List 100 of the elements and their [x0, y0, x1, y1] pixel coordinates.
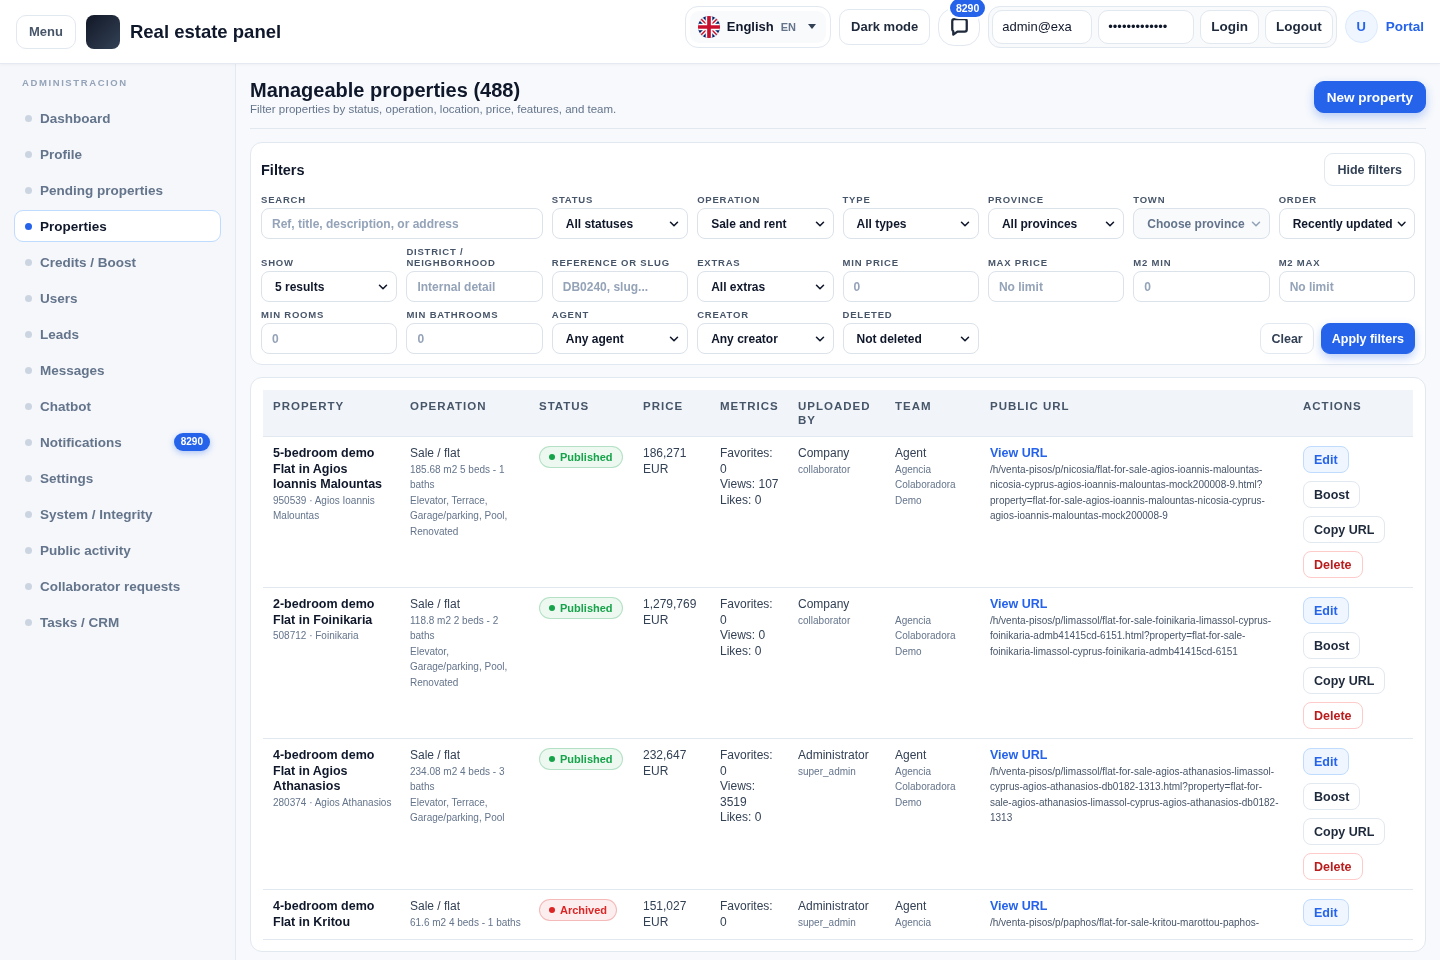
- text-field[interactable]: No limit: [1278, 271, 1415, 302]
- edit-button[interactable]: Edit: [1303, 597, 1349, 624]
- delete-button[interactable]: Delete: [1303, 551, 1363, 578]
- boost-button[interactable]: Boost: [1303, 783, 1361, 810]
- uploader-role: super_admin: [798, 764, 856, 779]
- dot-icon: [25, 330, 32, 338]
- text-field[interactable]: 0: [842, 271, 979, 302]
- password-field[interactable]: •••••••••••••: [1098, 9, 1195, 44]
- auth-button[interactable]: Login: [1200, 9, 1259, 44]
- edit-button[interactable]: Edit: [1303, 748, 1349, 775]
- property-features: Elevator, Terrace, Garage/parking, Pool, Renovated: [410, 493, 509, 539]
- sidebar-item[interactable]: Settings: [14, 462, 221, 494]
- url-path: /h/venta-pisos/p/limassol/flat-for-sale-foinikaria-limassol-cyprus-foinikaria-admb41415cd-6151.html?property=flat-for-sale-foinikaria-limassol-cyprus-foinikaria-admb41415cd-6151: [990, 613, 1273, 659]
- property-details: 234.08 m2 4 beds - 3 baths: [410, 764, 506, 794]
- metric-text: Favorites: 0: [720, 748, 774, 779]
- caret-icon: [808, 24, 817, 29]
- dot-icon: [25, 474, 32, 482]
- select-field[interactable]: 5 results: [261, 271, 398, 302]
- email-field[interactable]: admin@exa: [992, 9, 1093, 44]
- new-property-button[interactable]: New property: [1313, 81, 1426, 113]
- view-url-link[interactable]: View URL: [990, 597, 1048, 613]
- edit-button[interactable]: Edit: [1303, 899, 1349, 926]
- text-field[interactable]: No limit: [987, 271, 1125, 302]
- flag-icon: [697, 15, 720, 38]
- field-label: TOWN: [1133, 194, 1167, 205]
- boost-button[interactable]: Boost: [1303, 632, 1361, 659]
- dot-icon: [25, 546, 32, 554]
- view-url-link[interactable]: View URL: [990, 446, 1048, 462]
- sidebar-item[interactable]: Dashboard: [14, 102, 221, 134]
- text-field[interactable]: 0: [1133, 271, 1270, 302]
- text-field[interactable]: 0: [406, 323, 543, 354]
- sidebar-item[interactable]: Properties: [14, 210, 221, 242]
- field-label: REFERENCE OR SLUG: [551, 257, 671, 268]
- language-select[interactable]: English EN: [684, 5, 832, 48]
- search-field[interactable]: Ref, title, description, or address: [261, 208, 543, 239]
- field-label: SHOW: [261, 257, 295, 268]
- property-title: 5-bedroom demo Flat in Agios Ioannis Malountas: [273, 446, 384, 493]
- boost-button[interactable]: Boost: [1303, 481, 1361, 508]
- select-field[interactable]: All types: [842, 208, 979, 239]
- sidebar-item[interactable]: Users: [14, 282, 221, 314]
- dark-mode-button[interactable]: Dark mode: [839, 8, 931, 45]
- select-field[interactable]: All extras: [697, 271, 834, 302]
- field-label: OPERATION: [697, 194, 762, 205]
- auth-button[interactable]: Logout: [1265, 9, 1333, 44]
- select-field[interactable]: Any creator: [697, 323, 834, 354]
- sidebar-item[interactable]: Notifications 8290: [14, 426, 221, 458]
- agent-label: Agent: [895, 446, 927, 462]
- field-label: CREATOR: [697, 309, 750, 320]
- metric-text: Views: 3519: [720, 779, 757, 810]
- sidebar-item[interactable]: Chatbot: [14, 390, 221, 422]
- sidebar-item[interactable]: Profile: [14, 138, 221, 170]
- edit-button[interactable]: Edit: [1303, 446, 1349, 473]
- field-label: PROVINCE: [987, 194, 1045, 205]
- page-subtitle: Filter properties by status, operation, location, price, features, and team.: [250, 102, 617, 116]
- portal-link[interactable]: Portal: [1385, 19, 1424, 34]
- select-field[interactable]: Not deleted: [842, 323, 979, 354]
- property-details: 61.6 m2 4 beds - 1 baths: [410, 915, 521, 930]
- text-field[interactable]: Internal detail: [406, 271, 543, 302]
- metric-text: Likes: 0: [720, 492, 762, 508]
- chat-bubble-icon: [950, 17, 968, 36]
- column-header: STATUS: [538, 399, 591, 414]
- agent-label: Agent: [895, 748, 927, 764]
- view-url-link[interactable]: View URL: [990, 899, 1048, 915]
- property-meta: 280374 · Agios Athanasios: [273, 795, 392, 810]
- column-header: OPERATION: [409, 399, 488, 414]
- property-meta: 950539 · Agios Ioannis Malountas: [273, 493, 376, 523]
- sidebar-item[interactable]: Collaborator requests: [14, 570, 221, 602]
- url-path: /h/venta-pisos/p/paphos/flat-for-sale-kritou-marottou-paphos-: [990, 915, 1260, 930]
- select-field[interactable]: Any agent: [551, 323, 689, 354]
- text-field[interactable]: 0: [261, 323, 398, 354]
- menu-button[interactable]: Menu: [16, 14, 76, 49]
- avatar[interactable]: U: [1344, 10, 1378, 43]
- sidebar-item[interactable]: Pending properties: [14, 174, 221, 206]
- text-field[interactable]: DB0240, slug...: [551, 271, 689, 302]
- select-field[interactable]: All statuses: [551, 208, 689, 239]
- sidebar-item[interactable]: Leads: [14, 318, 221, 350]
- copy-url-button[interactable]: Copy URL: [1303, 667, 1386, 694]
- sidebar-item[interactable]: Tasks / CRM: [14, 606, 221, 638]
- delete-button[interactable]: Delete: [1303, 702, 1363, 729]
- select-field[interactable]: All provinces: [987, 208, 1125, 239]
- sidebar-item[interactable]: Public activity: [14, 534, 221, 566]
- select-field[interactable]: Recently updated: [1278, 208, 1415, 239]
- sidebar-item[interactable]: System / Integrity: [14, 498, 221, 530]
- sidebar-item[interactable]: Messages: [14, 354, 221, 386]
- copy-url-button[interactable]: Copy URL: [1303, 818, 1386, 845]
- view-url-link[interactable]: View URL: [990, 748, 1048, 764]
- agent-label: Agent: [895, 899, 927, 915]
- metric-text: Likes: 0: [720, 643, 762, 659]
- status-label: Published: [560, 451, 613, 463]
- apply-filters-button[interactable]: Apply filters: [1320, 323, 1415, 354]
- hide-filters-button[interactable]: Hide filters: [1324, 153, 1415, 186]
- select-field[interactable]: Sale and rent: [697, 208, 834, 239]
- team-name: Agencia Colaboradora Demo: [895, 764, 957, 810]
- sidebar-item[interactable]: Credits / Boost: [14, 246, 221, 278]
- price-text: 1,279,769 EUR: [643, 597, 698, 628]
- field-label: DELETED: [842, 309, 894, 320]
- clear-button[interactable]: Clear: [1260, 323, 1314, 354]
- column-header: PUBLIC URL: [989, 399, 1071, 414]
- copy-url-button[interactable]: Copy URL: [1303, 516, 1386, 543]
- delete-button[interactable]: Delete: [1303, 853, 1363, 880]
